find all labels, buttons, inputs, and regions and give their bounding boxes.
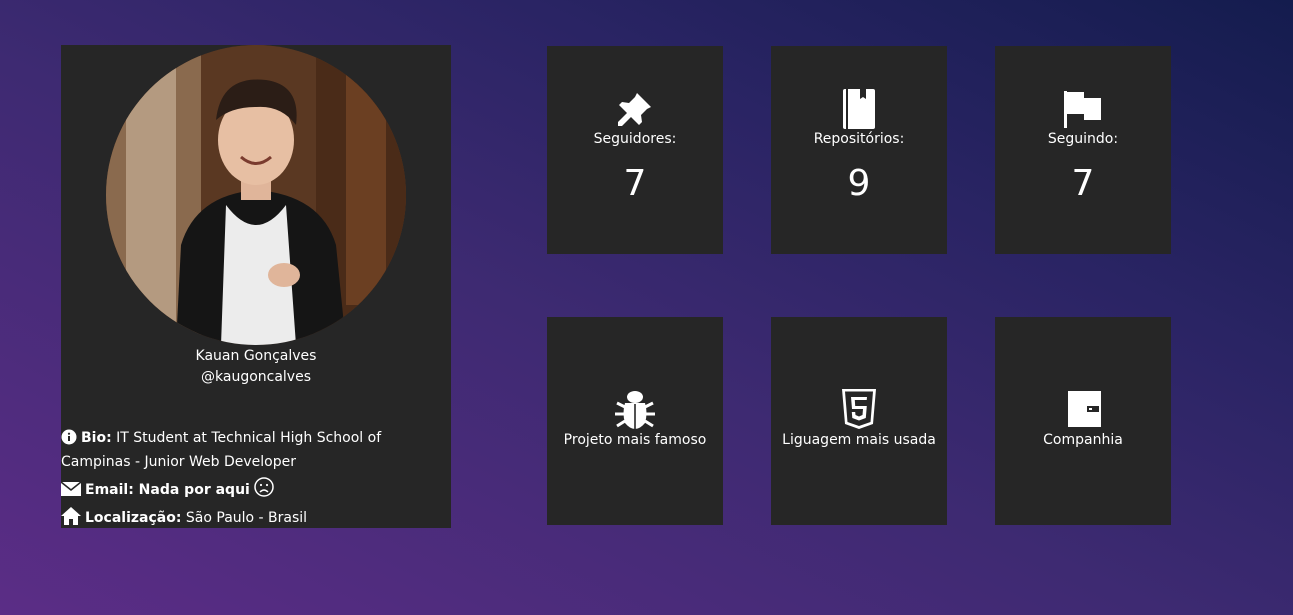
sad-face-icon — [254, 477, 275, 504]
following-tile[interactable]: Seguindo: 7 — [995, 46, 1171, 254]
profile-card: Kauan Gonçalves @kaugoncalves Bio: IT St… — [60, 45, 451, 528]
repositories-tile[interactable]: Repositórios: 9 — [771, 46, 947, 254]
profile-name: Kauan Gonçalves — [195, 348, 317, 364]
following-count: 7 — [1071, 163, 1095, 204]
location-row: Localização: São Paulo - Brasil — [61, 507, 401, 532]
bug-icon — [547, 389, 723, 429]
repositories-label: Repositórios: — [813, 131, 905, 147]
location-text: São Paulo - Brasil — [185, 510, 308, 526]
html5-icon — [771, 389, 947, 429]
top-language-tile[interactable]: Liguagem mais usada — [771, 317, 947, 525]
avatar — [106, 45, 406, 345]
home-icon — [61, 507, 81, 532]
info-icon — [61, 429, 77, 452]
followers-label: Seguidores: — [593, 131, 677, 147]
company-tile[interactable]: Companhia — [995, 317, 1171, 525]
profile-username: @kaugoncalves — [201, 369, 311, 385]
famous-project-label: Projeto mais famoso — [563, 432, 707, 448]
top-language-label: Liguagem mais usada — [782, 432, 936, 448]
location-label: Localização: — [85, 510, 182, 526]
email-row: Email: Nada por aqui — [60, 477, 401, 504]
email-label: Email: Nada por aqui — [85, 482, 250, 498]
wallet-icon — [995, 389, 1171, 429]
bio-label: Bio: — [81, 430, 112, 446]
followers-tile[interactable]: Seguidores: 7 — [547, 46, 723, 254]
flag-icon — [995, 89, 1171, 129]
bio-row: Bio: IT Student at Technical High School… — [61, 428, 401, 473]
following-label: Seguindo: — [1047, 131, 1119, 147]
pushpin-icon — [547, 89, 723, 129]
avatar-image — [106, 45, 406, 345]
famous-project-tile[interactable]: Projeto mais famoso — [547, 317, 723, 525]
book-icon — [771, 89, 947, 129]
mail-icon — [60, 481, 82, 504]
company-label: Companhia — [1043, 432, 1123, 448]
repositories-count: 9 — [847, 163, 871, 204]
followers-count: 7 — [623, 163, 647, 204]
